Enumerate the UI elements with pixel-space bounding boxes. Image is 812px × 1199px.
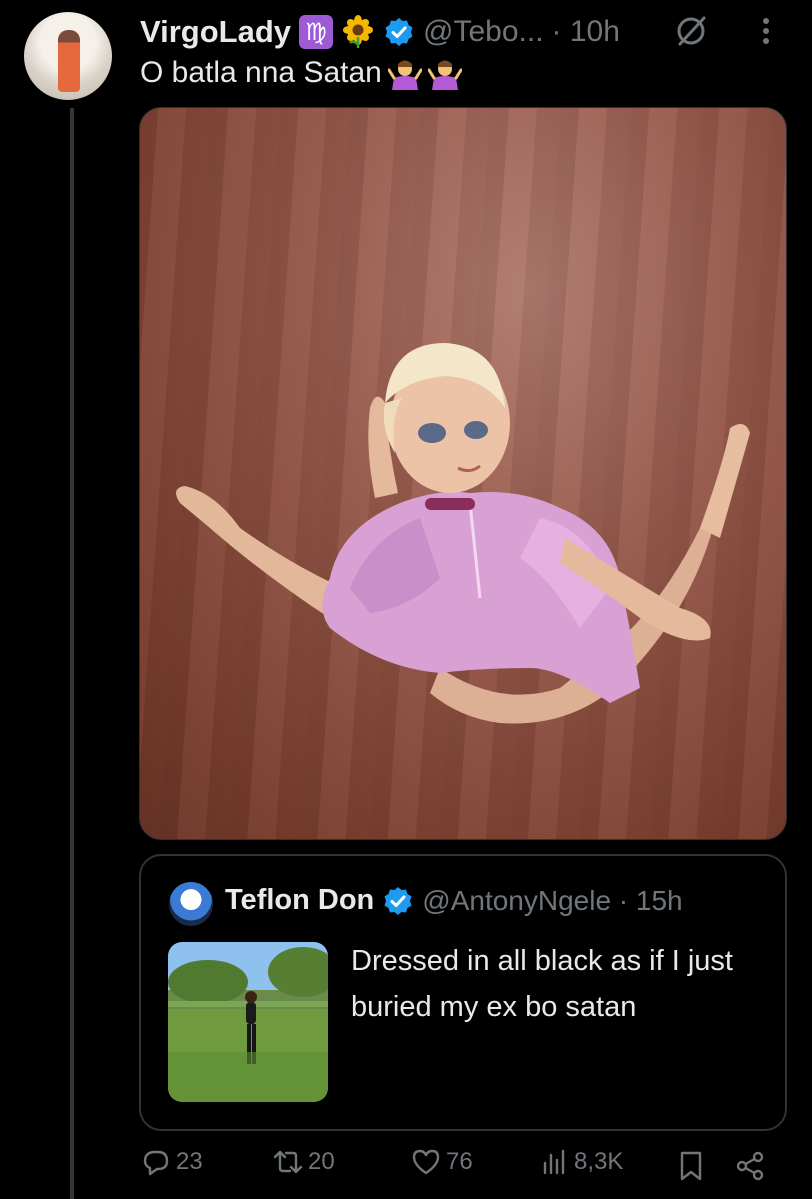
verified-badge-icon <box>385 18 413 46</box>
reply-count: 23 <box>176 1148 203 1175</box>
share-icon[interactable] <box>734 1150 766 1182</box>
quoted-author-avatar[interactable] <box>169 882 213 926</box>
person-shrugging-icon <box>427 60 462 90</box>
tweet-media-image[interactable] <box>139 107 787 840</box>
virgo-zodiac-icon: ♍ <box>299 15 334 49</box>
person-shrugging-icon <box>387 60 422 90</box>
thread-line <box>70 108 74 1199</box>
tweet-header: VirgoLady ♍ @Tebo... · 10h <box>140 12 620 52</box>
sunflower-icon <box>343 15 374 48</box>
quoted-media-thumbnail[interactable] <box>168 942 328 1102</box>
like-count: 76 <box>446 1148 473 1175</box>
heart-icon <box>412 1149 440 1175</box>
author-avatar[interactable] <box>24 12 112 100</box>
views-button[interactable]: 8,3K <box>538 1146 623 1178</box>
tweet-text-content: O batla nna Satan <box>140 56 382 89</box>
reply-icon <box>143 1150 169 1176</box>
reply-button[interactable]: 23 <box>140 1146 203 1178</box>
quoted-author-name[interactable]: Teflon Don <box>225 884 374 917</box>
park-photo <box>168 947 328 1102</box>
more-options-icon[interactable] <box>756 14 776 48</box>
tweet-text: O batla nna Satan <box>140 56 462 90</box>
tweet-time[interactable]: · 10h <box>552 15 620 49</box>
retweet-button[interactable]: 20 <box>272 1146 335 1178</box>
bookmark-icon[interactable] <box>676 1150 706 1182</box>
author-name[interactable]: VirgoLady <box>140 14 291 50</box>
retweet-icon <box>273 1150 303 1174</box>
quoted-tweet-card[interactable]: Teflon Don @AntonyNgele · 15h Dressed in… <box>139 854 787 1131</box>
quoted-handle-time[interactable]: @AntonyNgele · 15h <box>422 885 682 917</box>
verified-badge-icon <box>384 886 412 915</box>
grok-icon[interactable] <box>674 14 708 48</box>
doll-photo <box>176 343 750 724</box>
view-count: 8,3K <box>574 1148 624 1175</box>
tweet-actions-bar: 23 20 76 8,3K <box>140 1146 780 1190</box>
quoted-tweet-header: Teflon Don @AntonyNgele · 15h <box>225 884 683 917</box>
retweet-count: 20 <box>308 1148 335 1175</box>
author-handle[interactable]: @Tebo... <box>423 15 544 49</box>
views-chart-icon <box>543 1149 565 1175</box>
quoted-tweet-text: Dressed in all black as if I just buried… <box>351 945 733 1023</box>
avatar-figure <box>58 30 80 92</box>
like-button[interactable]: 76 <box>410 1146 473 1178</box>
